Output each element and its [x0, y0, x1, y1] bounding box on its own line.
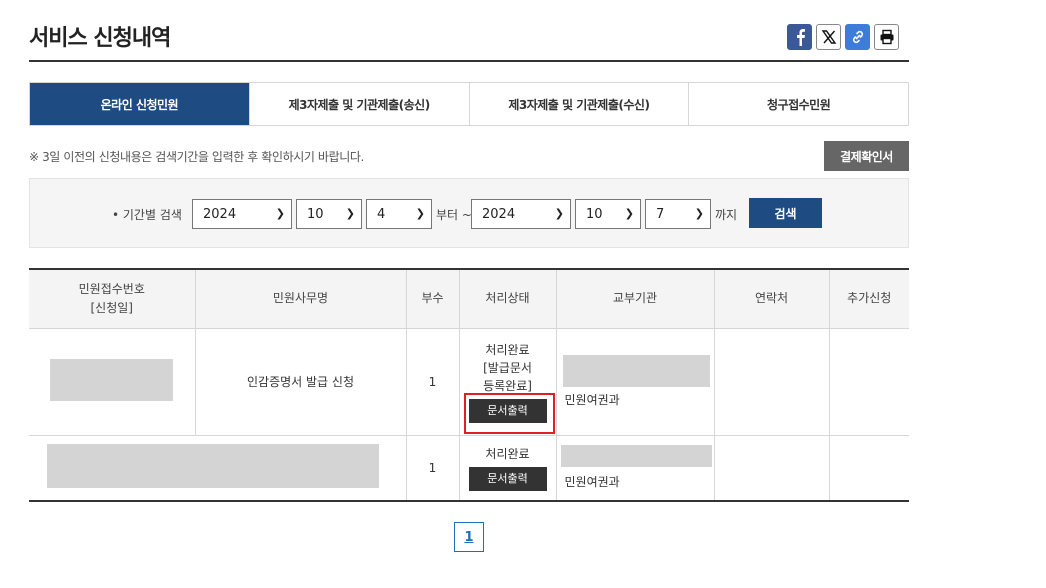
chevron-down-icon: ❯ [694, 207, 704, 220]
contact-cell [713, 328, 829, 436]
x-share-button[interactable] [816, 24, 841, 50]
redacted-block [560, 445, 712, 468]
copy-link-button[interactable] [845, 24, 870, 50]
col-additional-request: 추가신청 [828, 268, 909, 329]
agency-name: 민원여권과 [564, 475, 620, 490]
receipt-and-service-cell [29, 435, 406, 502]
status-line: [발급문서 [483, 360, 532, 375]
col-apply-date-label: [신청일] [90, 300, 133, 315]
chevron-down-icon: ❯ [415, 207, 425, 220]
redacted-block [562, 355, 710, 387]
page-title: 서비스 신청내역 [29, 26, 171, 51]
period-search-panel: • 기간별 검색 2024 ❯ 10 ❯ 4 ❯ 부터 ~ 2024 ❯ 10 … [29, 178, 909, 248]
from-day-select[interactable]: 4 ❯ [366, 199, 432, 229]
payment-confirmation-button[interactable]: 결제확인서 [824, 141, 909, 171]
print-button[interactable] [874, 24, 899, 50]
page-number-current[interactable]: 1 [454, 522, 484, 552]
col-status: 처리상태 [458, 268, 556, 329]
chevron-down-icon: ❯ [275, 207, 285, 220]
to-year-value: 2024 [482, 206, 516, 222]
application-table: 민원접수번호 [신청일] 민원사무명 부수 처리상태 교부기관 연락처 추가신청… [29, 268, 909, 502]
from-suffix: 부터 ~ [436, 208, 472, 222]
status-cell: 처리완료 문서출력 [458, 435, 556, 502]
from-day-value: 4 [377, 206, 386, 222]
additional-request-cell [828, 328, 909, 436]
to-day-select[interactable]: 7 ❯ [645, 199, 711, 229]
tab-claim-receipt[interactable]: 청구접수민원 [688, 83, 908, 125]
facebook-icon [796, 29, 805, 46]
to-month-select[interactable]: 10 ❯ [575, 199, 641, 229]
service-tabs: 온라인 신청민원 제3자제출 및 기관제출(송신) 제3자제출 및 기관제출(수… [29, 82, 909, 126]
link-icon [852, 30, 863, 44]
agency-cell: 민원여권과 [555, 435, 714, 502]
print-document-button[interactable]: 문서출력 [468, 466, 547, 491]
agency-cell: 민원여권과 [555, 328, 714, 436]
col-contact: 연락처 [713, 268, 829, 329]
tab-online-application[interactable]: 온라인 신청민원 [30, 83, 249, 125]
highlight-box [463, 392, 555, 434]
chevron-down-icon: ❯ [345, 207, 355, 220]
search-button[interactable]: 검색 [749, 198, 822, 228]
table-row: 1 처리완료 문서출력 민원여권과 [29, 435, 909, 502]
period-search-label: • 기간별 검색 [112, 208, 182, 222]
receipt-number-cell [29, 328, 195, 436]
status-text: 처리완료 [발급문서 등록완료] [460, 341, 556, 395]
table-row: 인감증명서 발급 신청 1 처리완료 [발급문서 등록완료] 문서출력 민원여권… [29, 328, 909, 436]
copies-cell: 1 [405, 328, 459, 436]
from-year-value: 2024 [203, 206, 237, 222]
col-receipt-number-label: 민원접수번호 [78, 281, 145, 296]
from-month-value: 10 [307, 206, 324, 222]
x-icon [821, 30, 836, 44]
status-cell: 처리완료 [발급문서 등록완료] 문서출력 [458, 328, 556, 436]
print-icon [880, 29, 893, 45]
chevron-down-icon: ❯ [554, 207, 564, 220]
to-suffix: 까지 [715, 208, 738, 222]
copies-cell: 1 [405, 435, 459, 502]
col-issuing-agency: 교부기관 [555, 268, 714, 329]
facebook-share-button[interactable] [787, 24, 812, 50]
contact-cell [713, 435, 829, 502]
to-month-value: 10 [586, 206, 603, 222]
chevron-down-icon: ❯ [624, 207, 634, 220]
tab-third-party-received[interactable]: 제3자제출 및 기관제출(수신) [468, 83, 689, 125]
title-divider [29, 60, 909, 62]
agency-name: 민원여권과 [564, 393, 620, 407]
col-service-name: 민원사무명 [194, 268, 406, 329]
to-year-select[interactable]: 2024 ❯ [471, 199, 571, 229]
to-day-value: 7 [656, 206, 665, 222]
from-month-select[interactable]: 10 ❯ [296, 199, 362, 229]
tab-third-party-sent[interactable]: 제3자제출 및 기관제출(송신) [248, 83, 469, 125]
col-receipt-number: 민원접수번호 [신청일] [29, 268, 195, 329]
col-copies: 부수 [405, 268, 459, 329]
additional-request-cell [828, 435, 909, 502]
status-line: 처리완료 [485, 446, 530, 461]
service-name-cell: 인감증명서 발급 신청 [194, 328, 406, 436]
redacted-block [47, 444, 379, 489]
table-header-row: 민원접수번호 [신청일] 민원사무명 부수 처리상태 교부기관 연락처 추가신청 [29, 268, 909, 329]
from-year-select[interactable]: 2024 ❯ [192, 199, 292, 229]
redacted-block [50, 359, 174, 401]
status-line: 처리완료 [485, 342, 530, 357]
period-notice: ※ 3일 이전의 신청내용은 검색기간을 입력한 후 확인하시기 바랍니다. [29, 150, 364, 164]
